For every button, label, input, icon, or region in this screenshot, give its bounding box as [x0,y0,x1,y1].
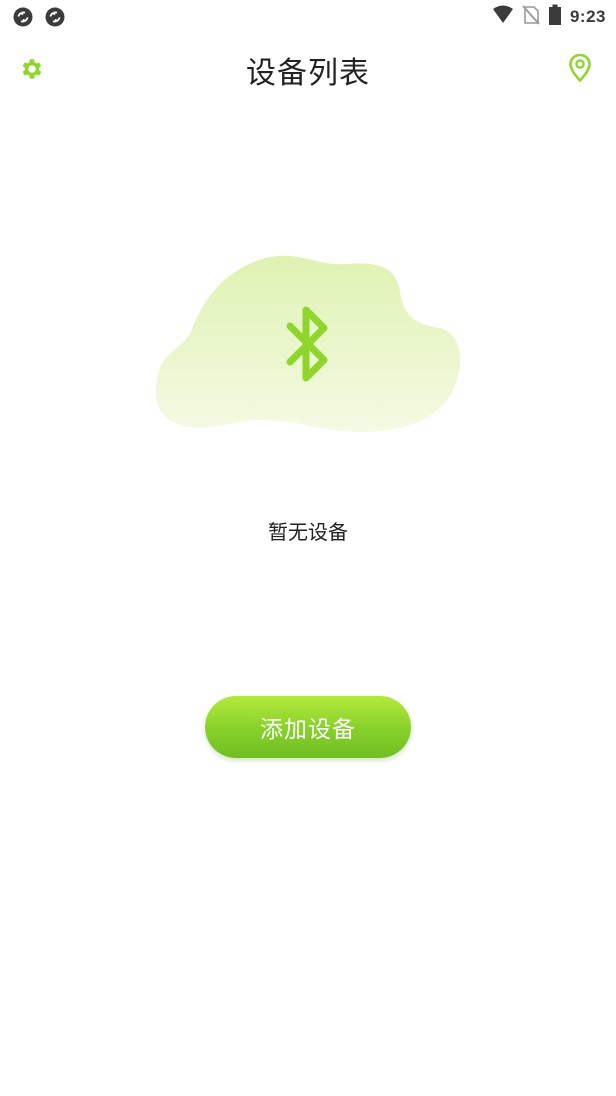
app-header: 设备列表 [0,40,616,100]
empty-illustration [150,248,466,444]
battery-icon [548,4,562,30]
add-device-button[interactable]: 添加设备 [205,696,411,758]
wifi-icon [492,5,514,29]
sync-icon [12,6,34,32]
status-bar: 9:23 [0,0,616,32]
no-sim-icon [522,5,540,29]
status-left-icons [12,6,66,32]
bluetooth-icon [284,302,332,390]
empty-state-message: 暂无设备 [268,520,348,544]
sync-icon [44,6,66,32]
status-right-icons: 9:23 [492,4,606,30]
page-title: 设备列表 [246,56,370,91]
status-time: 9:23 [569,7,606,26]
location-pin-icon [568,53,592,87]
location-button[interactable] [566,53,594,87]
